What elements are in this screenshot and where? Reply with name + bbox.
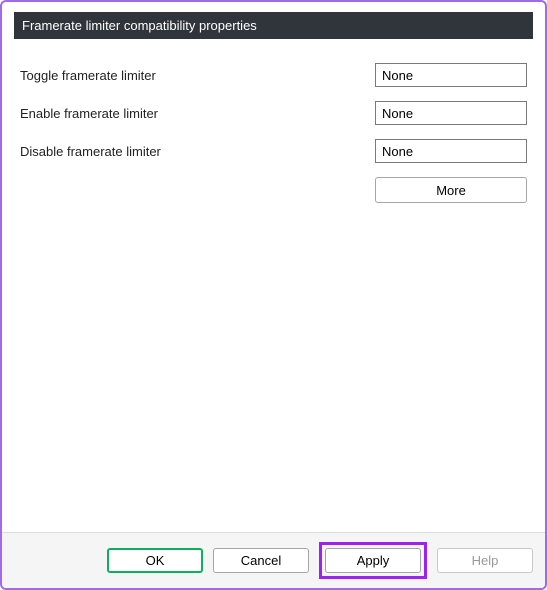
- properties-list: Toggle framerate limiter Enable framerat…: [14, 39, 533, 213]
- help-button: Help: [437, 548, 533, 573]
- dialog-window: Framerate limiter compatibility properti…: [0, 0, 547, 590]
- prop-input-disable[interactable]: [375, 139, 527, 163]
- content-area: Framerate limiter compatibility properti…: [2, 2, 545, 213]
- prop-input-enable[interactable]: [375, 101, 527, 125]
- prop-row-disable: Disable framerate limiter: [20, 139, 527, 163]
- section-header: Framerate limiter compatibility properti…: [14, 12, 533, 39]
- more-row: More: [20, 177, 527, 203]
- prop-label: Disable framerate limiter: [20, 144, 375, 159]
- dialog-button-bar: OK Cancel Apply Help: [2, 532, 545, 588]
- more-button[interactable]: More: [375, 177, 527, 203]
- prop-row-enable: Enable framerate limiter: [20, 101, 527, 125]
- prop-input-toggle[interactable]: [375, 63, 527, 87]
- ok-button[interactable]: OK: [107, 548, 203, 573]
- prop-row-toggle: Toggle framerate limiter: [20, 63, 527, 87]
- prop-label: Toggle framerate limiter: [20, 68, 375, 83]
- prop-label: Enable framerate limiter: [20, 106, 375, 121]
- cancel-button[interactable]: Cancel: [213, 548, 309, 573]
- apply-button[interactable]: Apply: [325, 548, 421, 573]
- annotation-apply-highlight: Apply: [319, 542, 427, 579]
